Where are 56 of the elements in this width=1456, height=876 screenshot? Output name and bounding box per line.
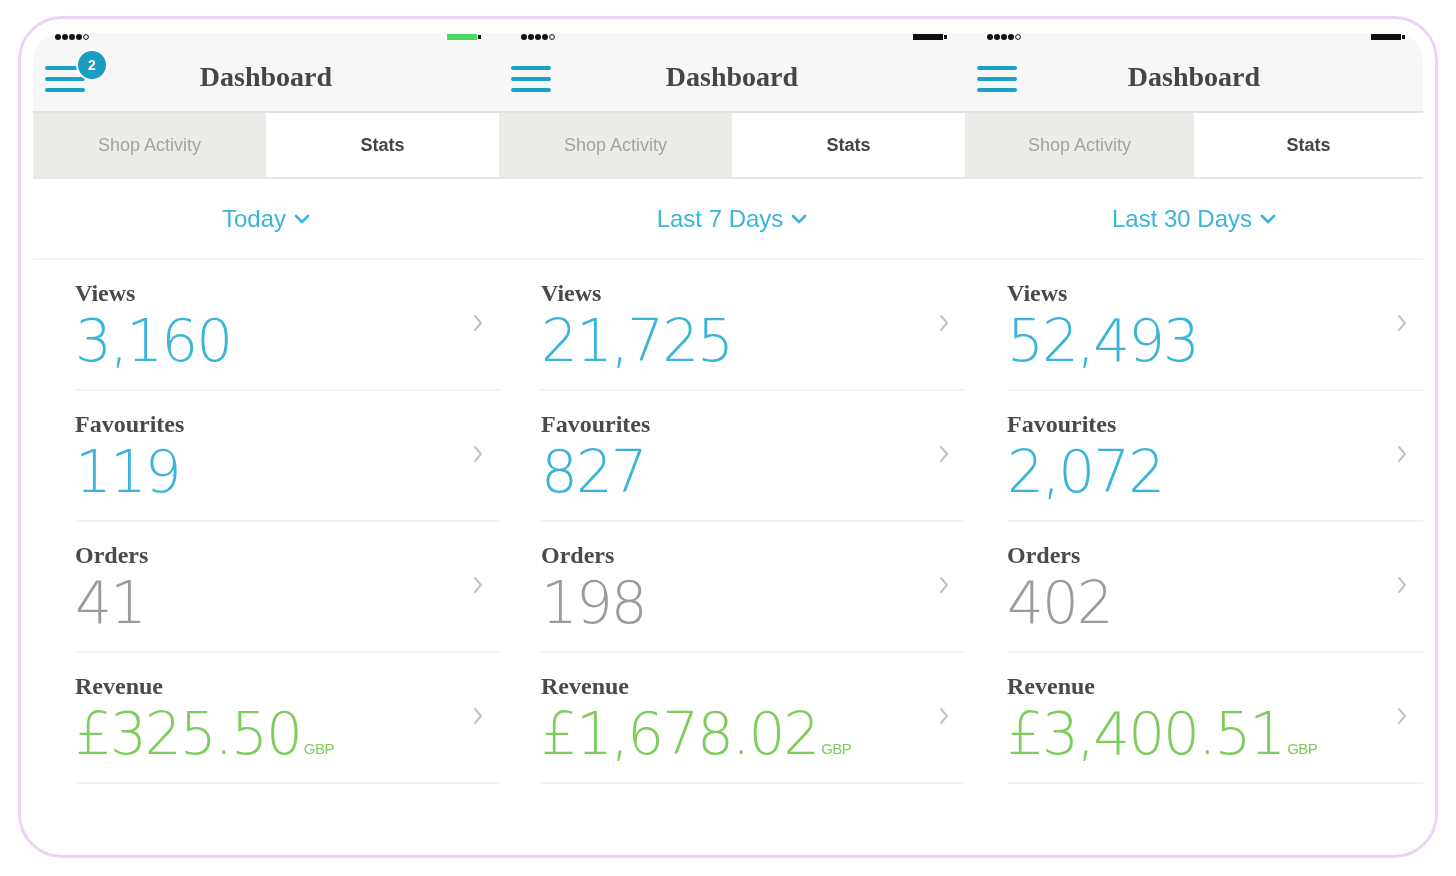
stat-label: Favourites xyxy=(1007,410,1118,439)
stat-value: 3,160 xyxy=(75,308,232,374)
screen-title: Dashboard xyxy=(199,60,333,93)
signal-dots-icon xyxy=(987,34,1021,40)
stat-label: Revenue xyxy=(1007,672,1096,701)
stat-label: Revenue xyxy=(541,672,630,701)
menu-icon[interactable] xyxy=(511,65,551,94)
stat-value: £1,678.02 xyxy=(541,701,819,767)
chevron-down-icon xyxy=(791,213,808,224)
chevron-right-icon xyxy=(473,707,483,725)
notification-badge: 2 xyxy=(76,48,108,81)
stat-value: 21,725 xyxy=(541,308,732,374)
chevron-down-icon xyxy=(294,213,310,224)
stat-label: Favourites xyxy=(541,410,651,439)
currency-unit: GBP xyxy=(1287,740,1318,757)
stat-row[interactable]: Favourites 2,072 xyxy=(1007,391,1423,522)
chevron-right-icon xyxy=(1397,445,1407,463)
stat-label: Orders xyxy=(541,541,616,570)
currency-unit: GBP xyxy=(303,740,335,757)
chevron-right-icon xyxy=(473,314,483,332)
currency-unit: GBP xyxy=(821,740,852,757)
chevron-right-icon xyxy=(473,576,483,594)
chevron-right-icon xyxy=(939,314,949,332)
stat-label: Favourites xyxy=(75,410,185,439)
stat-value: 402 xyxy=(1007,570,1112,636)
stat-label: Orders xyxy=(1007,541,1082,570)
chevron-right-icon xyxy=(1397,576,1407,594)
chevron-right-icon xyxy=(1397,707,1407,725)
stat-value: £3,400.51 xyxy=(1007,701,1285,767)
stat-label: Views xyxy=(541,279,603,308)
menu-icon[interactable] xyxy=(45,65,85,94)
chevron-right-icon xyxy=(473,445,483,463)
stat-value: 827 xyxy=(541,439,646,505)
stat-label: Views xyxy=(75,279,137,308)
screen-title: Dashboard xyxy=(665,60,799,93)
stat-row[interactable]: Views 52,493 xyxy=(1007,260,1423,391)
chevron-right-icon xyxy=(1397,314,1407,332)
chevron-down-icon xyxy=(1260,213,1277,224)
chevron-right-icon xyxy=(939,576,949,594)
stat-value: 198 xyxy=(541,570,646,636)
signal-dots-icon xyxy=(55,34,89,40)
stat-value: 52,493 xyxy=(1007,308,1198,374)
stat-label: Revenue xyxy=(75,672,164,701)
stat-label: Views xyxy=(1007,279,1069,308)
screen-title: Dashboard xyxy=(1127,60,1261,93)
stat-row[interactable]: Revenue £3,400.51 GBP xyxy=(1007,653,1423,784)
chevron-right-icon xyxy=(939,445,949,463)
signal-dots-icon xyxy=(521,34,555,40)
menu-icon[interactable] xyxy=(977,65,1017,94)
stat-value: £325.50 xyxy=(75,701,301,767)
stat-label: Orders xyxy=(75,541,149,570)
chevron-right-icon xyxy=(939,707,949,725)
stat-value: 119 xyxy=(75,439,180,505)
stat-value: 2,072 xyxy=(1007,439,1164,505)
stat-row[interactable]: Orders 402 xyxy=(1007,522,1423,653)
stat-value: 41 xyxy=(75,570,145,636)
